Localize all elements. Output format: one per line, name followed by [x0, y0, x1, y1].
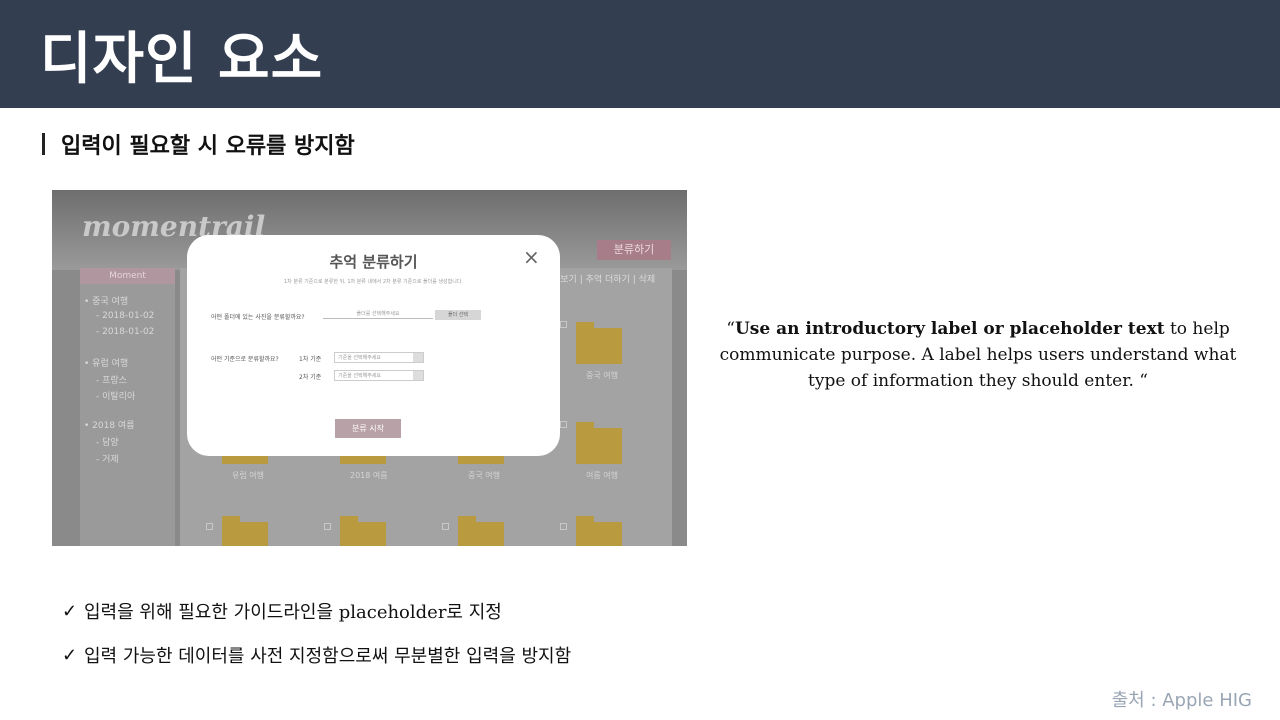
- criteria1-placeholder: 기준을 선택해주세요: [338, 355, 381, 361]
- section-heading-text: 입력이 필요할 시 오류를 방지함: [61, 134, 355, 159]
- checkbox: [560, 523, 567, 530]
- screenshot-sidebar: [80, 268, 175, 546]
- criteria2-label: 2차 기준: [299, 374, 322, 381]
- screenshot-sidebar-head: Moment: [80, 268, 175, 284]
- sidebar-item: - 거제: [96, 455, 119, 465]
- folder-select-button: 폴더 선택: [435, 310, 481, 320]
- bullet-item: ✓ 입력 가능한 데이터를 사전 지정함으로써 무분별한 입력을 방지함: [62, 642, 571, 668]
- criteria1-select: 기준을 선택해주세요: [334, 352, 424, 363]
- quote-bold-text: Use an introductory label or placeholder…: [734, 319, 1165, 339]
- sidebar-item: - 담양: [96, 438, 119, 448]
- folder-label: 중국 여행: [468, 471, 500, 480]
- criteria1-label: 1차 기준: [299, 356, 322, 363]
- folder-label: 2018 여름: [350, 471, 388, 480]
- sidebar-item: - 2018-01-02: [96, 327, 155, 337]
- sidebar-item: • 유럽 여행: [84, 359, 129, 369]
- chevron-down-icon: [413, 371, 423, 380]
- sidebar-item: - 프랑스: [96, 376, 127, 386]
- classify-modal: 추억 분류하기 × 1차 분류 기준으로 분류한 뒤, 1차 분류 내에서 2차…: [187, 235, 560, 456]
- source-credit: 출처 : Apple HIG: [1111, 690, 1252, 711]
- folder-label: 여름 여행: [586, 471, 618, 480]
- sidebar-item: - 2018-01-02: [96, 311, 155, 321]
- bullet-item: ✓ 입력을 위해 필요한 가이드라인을 placeholder로 지정: [62, 598, 502, 624]
- folder-question-label: 어떤 폴더에 있는 사진을 분류할까요?: [211, 314, 305, 321]
- folder-label: 유럽 여행: [232, 471, 264, 480]
- modal-subtitle: 1차 분류 기준으로 분류한 뒤, 1차 분류 내에서 2차 분류 기준으로 폴…: [284, 279, 463, 285]
- folder-icon: [576, 516, 622, 546]
- check-icon: ✓: [62, 644, 78, 666]
- start-classify-button: 분류 시작: [335, 419, 401, 438]
- folder-icon: [576, 322, 622, 364]
- checkbox: [442, 523, 449, 530]
- hig-quote: “Use an introductory label or placeholde…: [700, 316, 1256, 394]
- quote-open-mark: “: [726, 319, 735, 339]
- section-heading: 입력이 필요할 시 오류를 방지함: [42, 128, 355, 160]
- sidebar-item: • 중국 여행: [84, 297, 129, 307]
- header-bar: 디자인 요소: [0, 0, 1280, 108]
- folder-icon: [458, 516, 504, 546]
- modal-title: 추억 분류하기: [329, 253, 418, 271]
- chevron-down-icon: [413, 353, 423, 362]
- app-screenshot: momentrail 분류하기 Moment • 중국 여행 - 2018-01…: [52, 190, 687, 546]
- quote-close-mark: “: [1139, 371, 1148, 391]
- screenshot-classify-button: 분류하기: [597, 240, 671, 260]
- folder-icon: [576, 422, 622, 464]
- folder-label: 중국 여행: [586, 371, 618, 380]
- bullet-text: 입력을 위해 필요한 가이드라인을 placeholder로 지정: [84, 602, 502, 623]
- checkbox: [324, 523, 331, 530]
- check-icon: ✓: [62, 600, 78, 622]
- sidebar-item: - 이탈리아: [96, 392, 136, 402]
- close-icon: ×: [523, 245, 540, 269]
- checkbox: [206, 523, 213, 530]
- screenshot-nav: 리보기 | 추억 더하기 | 삭제: [552, 275, 656, 285]
- checkbox: [560, 421, 567, 428]
- criteria2-select: 기준을 선택해주세요: [334, 370, 424, 381]
- folder-icon: [222, 516, 268, 546]
- checkbox: [560, 321, 567, 328]
- criteria-question-label: 어떤 기준으로 분류할까요?: [211, 356, 279, 363]
- folder-input: 폴더를 선택해주세요: [323, 310, 433, 319]
- sidebar-item: • 2018 여름: [84, 421, 135, 431]
- folder-icon: [340, 516, 386, 546]
- bullet-text: 입력 가능한 데이터를 사전 지정함으로써 무분별한 입력을 방지함: [84, 646, 572, 667]
- page-title: 디자인 요소: [40, 27, 324, 92]
- heading-bar-marker: [42, 133, 45, 155]
- criteria2-placeholder: 기준을 선택해주세요: [338, 373, 381, 379]
